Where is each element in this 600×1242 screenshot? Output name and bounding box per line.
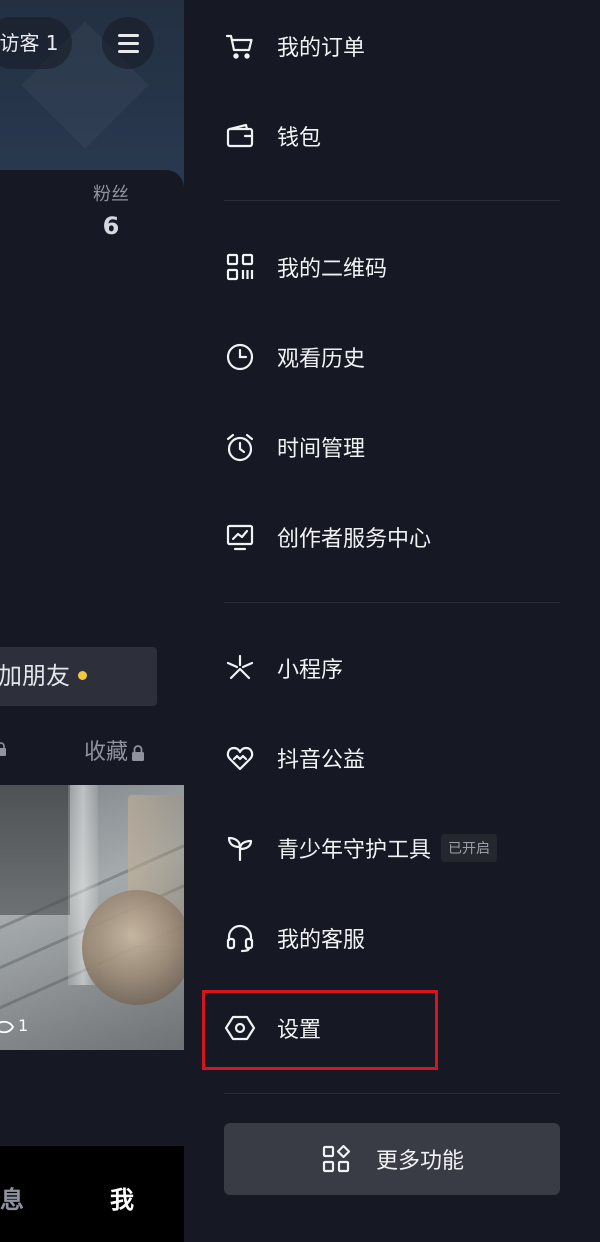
- menu-item-customer-service[interactable]: 我的客服: [224, 908, 564, 968]
- menu-item-mini-programs[interactable]: 小程序: [224, 638, 564, 698]
- menu-item-label: 我的订单: [277, 36, 366, 61]
- nav-messages[interactable]: 消息: [0, 1180, 24, 1215]
- visitors-button[interactable]: 访客 1: [0, 17, 72, 69]
- menu-item-wallet[interactable]: 钱包: [224, 106, 564, 166]
- menu-item-label: 小程序: [277, 658, 344, 683]
- menu-hamburger-icon[interactable]: [102, 17, 154, 69]
- video-likes-count: 1: [18, 1016, 29, 1035]
- charity-heart-icon: [224, 742, 256, 774]
- menu-item-creator-center[interactable]: 创作者服务中心: [224, 507, 564, 567]
- menu-item-orders[interactable]: 我的订单: [224, 16, 564, 76]
- qrcode-icon: [224, 251, 256, 283]
- menu-item-label: 观看历史: [277, 347, 366, 372]
- profile-header-banner: 访客 1: [0, 0, 184, 196]
- menu-item-label: 青少年守护工具: [277, 838, 432, 863]
- menu-item-label: 我的二维码: [277, 257, 388, 282]
- tab-favorites-label: 收藏: [84, 740, 129, 765]
- status-badge: 已开启: [441, 834, 498, 862]
- tab-favorites[interactable]: 收藏: [84, 734, 145, 766]
- alarm-icon: [224, 431, 256, 463]
- add-friend-button[interactable]: 加朋友: [0, 647, 157, 706]
- menu-item-label: 创作者服务中心: [277, 527, 432, 552]
- menu-item-qrcode[interactable]: 我的二维码: [224, 237, 564, 297]
- menu-item-label: 钱包: [277, 126, 322, 151]
- menu-item-label: 抖音公益: [277, 748, 366, 773]
- play-count-icon: [0, 1020, 15, 1033]
- menu-divider: [224, 602, 560, 603]
- nav-me[interactable]: 我: [110, 1180, 134, 1215]
- headset-icon: [224, 922, 256, 954]
- thumb-shadow: [0, 785, 70, 915]
- menu-item-youth-protection[interactable]: 青少年守护工具 已开启: [224, 818, 564, 878]
- menu-divider: [224, 200, 560, 201]
- screen: 访客 1 粉丝 6 加朋友 收藏 1 息 我 我的订单 钱包 我的二维码 观看历…: [0, 0, 600, 1242]
- menu-item-label: 我的客服: [277, 928, 366, 953]
- menu-item-time-management[interactable]: 时间管理: [224, 417, 564, 477]
- wallet-icon: [224, 120, 256, 152]
- video-likes: 1: [0, 1016, 28, 1035]
- cart-icon: [224, 30, 256, 62]
- menu-item-charity[interactable]: 抖音公益: [224, 728, 564, 788]
- more-features-label: 更多功能: [375, 1149, 464, 1174]
- settings-highlight-box: [202, 990, 438, 1070]
- grid-apps-icon: [320, 1143, 352, 1175]
- more-features-button[interactable]: 更多功能: [224, 1123, 560, 1195]
- thumb-bowl: [82, 890, 184, 1005]
- video-thumbnail[interactable]: [0, 785, 184, 1050]
- mini-program-icon: [224, 652, 256, 684]
- profile-page-background: 访客 1 粉丝 6 加朋友 收藏 1 息 我: [0, 0, 184, 1242]
- add-friend-label: 加朋友: [0, 662, 70, 690]
- monitor-chart-icon: [224, 521, 256, 553]
- notification-dot: [78, 671, 87, 680]
- menu-item-label: 时间管理: [277, 437, 366, 462]
- lock-icon: [132, 745, 145, 761]
- fans-label: 粉丝: [93, 184, 129, 205]
- sprout-icon: [224, 832, 256, 864]
- menu-divider: [224, 1093, 560, 1094]
- fans-count[interactable]: 6: [84, 212, 138, 240]
- lock-icon: [0, 742, 6, 756]
- menu-item-watch-history[interactable]: 观看历史: [224, 327, 564, 387]
- clock-icon: [224, 341, 256, 373]
- bottom-navigation: [0, 1146, 184, 1242]
